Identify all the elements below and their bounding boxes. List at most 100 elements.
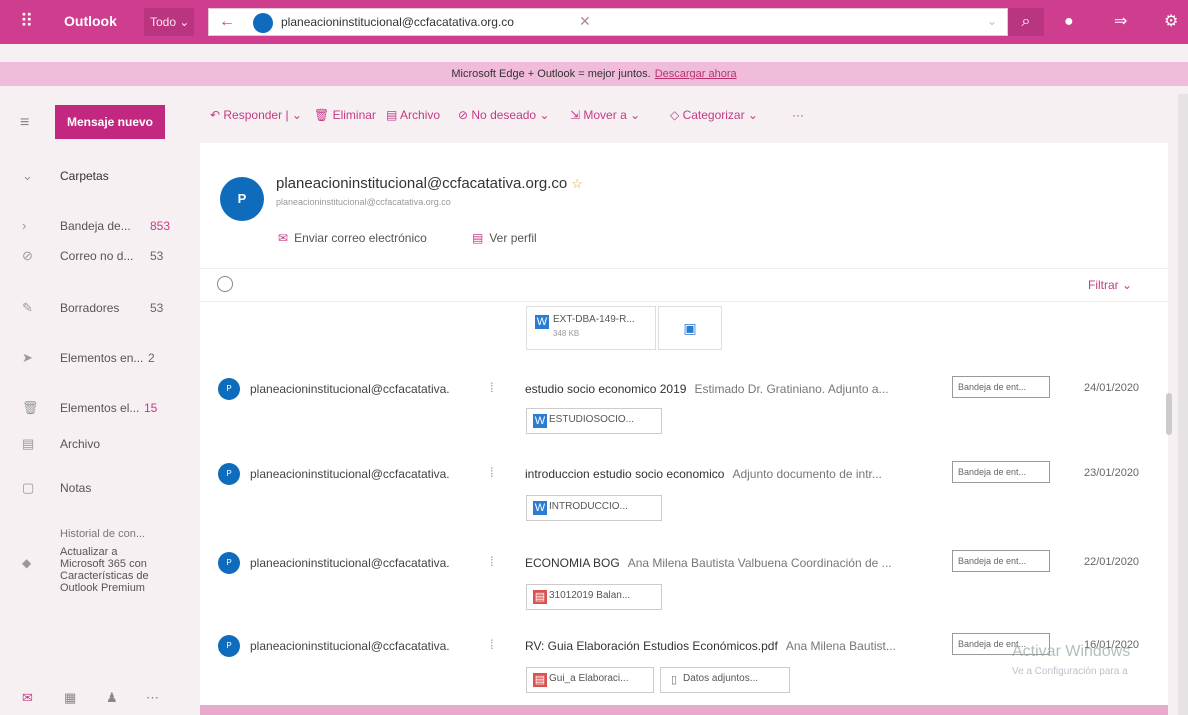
attachment-card[interactable]: ▣: [658, 306, 722, 350]
list-item[interactable]: P planeacioninstitucional@ccfacatativa. …: [200, 461, 1168, 543]
message-subject: estudio socio economico 2019 Estimado Dr.…: [525, 382, 889, 396]
sender-name: planeacioninstitucional@ccfacatativa.: [250, 467, 450, 481]
attachment-chip[interactable]: W INTRODUCCIO...: [526, 495, 662, 521]
skype-icon[interactable]: ●: [1064, 13, 1074, 31]
calendar-icon[interactable]: ▦: [64, 690, 76, 706]
filter-button[interactable]: Filtrar ⌄: [1088, 278, 1132, 292]
upgrade-promo[interactable]: Historial de con... ◆ Actualizar a Micro…: [0, 528, 200, 648]
view-profile-button[interactable]: ▤ Ver perfil: [472, 231, 537, 245]
reply-button[interactable]: ↶ Responder | ⌄: [210, 108, 302, 122]
move-label: Mover a: [583, 108, 627, 122]
folder-label: Correo no d...: [60, 249, 134, 263]
delete-label: Eliminar: [332, 108, 376, 122]
send-email-button[interactable]: ✉ Enviar correo electrónico: [278, 231, 427, 245]
history-partial-label: Historial de con...: [60, 528, 145, 540]
folder-junk[interactable]: ⊘ Correo no d... 53: [0, 242, 200, 272]
bottom-bar: [200, 705, 1168, 715]
hamburger-menu-icon[interactable]: ≡: [20, 114, 29, 132]
app-launcher-icon[interactable]: ⠿: [20, 11, 33, 31]
clear-icon[interactable]: ✕: [579, 13, 591, 30]
search-box[interactable]: ← planeacioninstitucional@ccfacatativa.o…: [208, 8, 1008, 36]
list-toolbar: Filtrar ⌄: [200, 268, 1168, 302]
contact-avatar: P: [220, 177, 264, 221]
sender-avatar: P: [218, 378, 240, 400]
sender-avatar: P: [218, 635, 240, 657]
sender-avatar: P: [218, 463, 240, 485]
attachment-chip[interactable]: ▤ 31012019 Balan...: [526, 584, 662, 610]
mail-icon[interactable]: ✉: [22, 690, 33, 706]
message-preview: Estimado Dr. Gratiniano. Adjunto a...: [694, 382, 889, 396]
folder-badge[interactable]: Bandeja de ent...: [952, 550, 1050, 572]
profile-card-icon: ▤: [472, 231, 484, 245]
move-to-button[interactable]: ⇲ Mover a ⌄: [570, 108, 640, 122]
more-options-button[interactable]: ···: [792, 108, 804, 122]
top-bar: ⠿ Outlook Todo ⌄ ← planeacioninstitucion…: [0, 0, 1188, 44]
select-all-checkbox[interactable]: [217, 276, 233, 292]
folder-badge[interactable]: Bandeja de ent...: [952, 461, 1050, 483]
list-item[interactable]: P planeacioninstitucional@ccfacatativa. …: [200, 376, 1168, 458]
folder-label: Elementos en...: [60, 351, 144, 365]
sender-name: planeacioninstitucional@ccfacatativa.: [250, 556, 450, 570]
folder-inbox[interactable]: › Bandeja de... 853: [0, 212, 200, 242]
back-arrow-icon[interactable]: ←: [219, 13, 235, 31]
subject-text: introduccion estudio socio economico: [525, 467, 725, 481]
folder-count: 53: [150, 249, 164, 263]
sender-avatar: P: [218, 552, 240, 574]
delete-button[interactable]: 🗑 Eliminar: [314, 108, 376, 122]
junk-label: No deseado: [471, 108, 537, 122]
sender-name: planeacioninstitucional@ccfacatativa.: [250, 382, 450, 396]
message-subject: RV: Guia Elaboración Estudios Económicos…: [525, 639, 896, 653]
folder-label: Bandeja de...: [60, 219, 131, 233]
folder-drafts[interactable]: ✎ Borradores 53: [0, 294, 200, 324]
list-item[interactable]: P planeacioninstitucional@ccfacatativa. …: [200, 550, 1168, 632]
search-input[interactable]: planeacioninstitucional@ccfacatativa.org…: [281, 15, 514, 29]
folder-badge[interactable]: Bandeja de ent...: [952, 376, 1050, 398]
note-icon: ▢: [22, 480, 35, 495]
filter-label: Filtrar: [1088, 278, 1119, 292]
folder-notes[interactable]: ▢ Notas: [0, 474, 200, 504]
people-icon[interactable]: ♟: [106, 690, 118, 706]
archive-button[interactable]: ▤ Archivo: [386, 108, 440, 122]
activation-watermark-sub: Ve a Configuración para a: [1012, 666, 1128, 677]
scrollbar-thumb[interactable]: [1166, 393, 1172, 435]
chevron-down-icon[interactable]: ⌄: [987, 14, 997, 28]
subject-text: RV: Guia Elaboración Estudios Económicos…: [525, 639, 778, 653]
search-button[interactable]: ⌕: [1008, 8, 1044, 36]
pencil-icon: ✎: [22, 300, 33, 315]
folder-deleted[interactable]: 🗑 Elementos el... 15: [0, 394, 200, 424]
categorize-label: Categorizar: [682, 108, 745, 122]
attachment-card[interactable]: W EXT-DBA-149-R... 348 KB: [526, 306, 656, 350]
message-subject: introduccion estudio socio economico Adju…: [525, 467, 882, 481]
search-icon: ⌕: [1021, 13, 1031, 30]
attachment-chip[interactable]: W ESTUDIOSOCIO...: [526, 408, 662, 434]
pdf-file-icon: ▤: [533, 673, 547, 687]
paperclip-icon: ⁞: [490, 465, 494, 480]
categorize-button[interactable]: ◇ Categorizar ⌄: [670, 108, 758, 122]
bottom-app-switcher: ✉ ▦ ♟ ⋯: [0, 682, 200, 715]
search-scope-dropdown[interactable]: Todo ⌄: [144, 8, 194, 36]
new-message-wrapper: Mensaje nuevo: [55, 105, 165, 139]
message-date: 24/01/2020: [1084, 382, 1140, 394]
attachment-name: Gui_a Elaboraci...: [549, 673, 629, 684]
folder-archive[interactable]: ▤ Archivo: [0, 430, 200, 460]
attachment-chip[interactable]: ▤ Gui_a Elaboraci...: [526, 667, 654, 693]
folder-sent[interactable]: ➤ Elementos en... 2: [0, 344, 200, 374]
folders-header[interactable]: ⌄ Carpetas: [0, 162, 200, 192]
feedback-icon[interactable]: ⇒: [1114, 13, 1127, 31]
app-name[interactable]: Outlook: [64, 13, 117, 29]
banner-download-link[interactable]: Descargar ahora: [655, 68, 737, 80]
new-message-button[interactable]: Mensaje nuevo: [55, 105, 165, 139]
favorite-star-icon[interactable]: ☆: [571, 176, 583, 191]
paperclip-icon: ⁞: [490, 380, 494, 395]
promo-banner: Microsoft Edge + Outlook = mejor juntos.…: [0, 62, 1188, 86]
attachment-chip[interactable]: ▯ Datos adjuntos...: [660, 667, 790, 693]
junk-button[interactable]: ⊘ No deseado ⌄: [458, 108, 550, 122]
settings-gear-icon[interactable]: ⚙: [1164, 13, 1178, 31]
folder-label: Borradores: [60, 301, 120, 315]
more-apps-icon[interactable]: ⋯: [146, 690, 159, 706]
folder-count: 53: [150, 301, 164, 315]
banner-text: Microsoft Edge + Outlook = mejor juntos.: [451, 68, 651, 80]
chevron-right-icon: ›: [22, 218, 27, 233]
command-bar: ↶ Responder | ⌄ 🗑 Eliminar ▤ Archivo ⊘ N…: [200, 94, 1188, 134]
blocked-icon: ⊘: [22, 248, 33, 263]
